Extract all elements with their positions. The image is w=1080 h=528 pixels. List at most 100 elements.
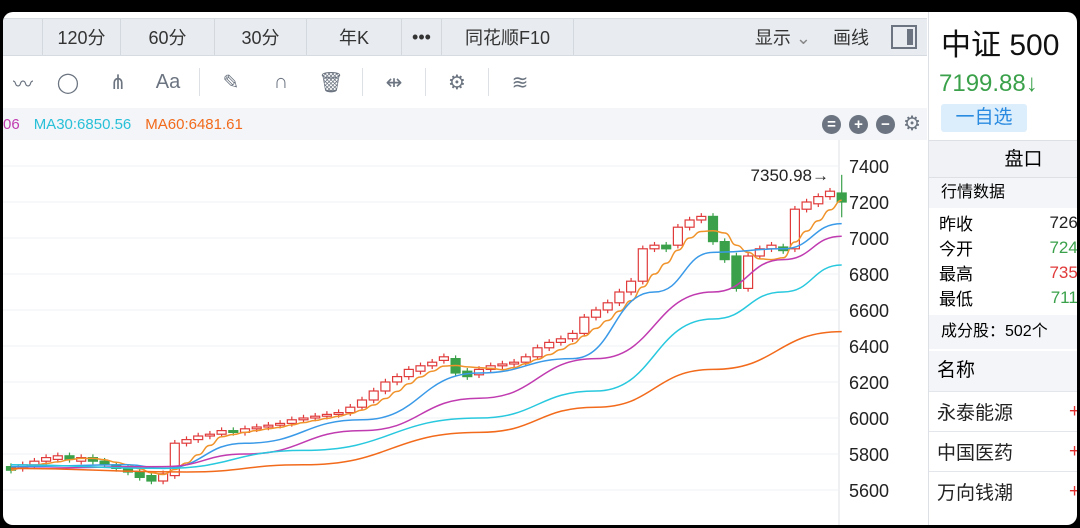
draw-line-button[interactable]: 画线 (833, 24, 869, 50)
candle-down (719, 240, 730, 261)
trash-icon[interactable]: 🗑 (306, 70, 356, 95)
candle-up (824, 190, 836, 198)
text-tool-icon[interactable]: Aa (143, 71, 193, 94)
candle-up (415, 365, 426, 372)
stock-row[interactable]: 万向钱潮 (929, 471, 1077, 511)
candle-up (544, 341, 555, 349)
ma20-line (10, 235, 842, 470)
candle-up (333, 412, 344, 416)
candle-up (579, 316, 590, 334)
magnet-icon[interactable]: ∩ (256, 71, 306, 94)
y-tick-label: 6200 (849, 373, 889, 393)
candle-up (345, 406, 356, 414)
candle-up (286, 419, 297, 424)
stock-name: 万向钱潮 (937, 483, 1014, 504)
quote-value: 7350. (1049, 262, 1077, 282)
y-tick-label: 6800 (849, 265, 889, 285)
tab-hidden[interactable] (3, 19, 43, 55)
stock-row[interactable]: 中国医药 (929, 431, 1077, 471)
candle-up (801, 201, 812, 210)
candle-up (696, 215, 707, 221)
candle-up (473, 368, 485, 376)
gear-icon[interactable]: ⚙ (432, 70, 482, 95)
fork-tool-icon[interactable]: ⋔ (93, 70, 143, 95)
candle-up (380, 381, 391, 392)
chevron-down-icon: ⌄ (795, 28, 811, 48)
name-column-header[interactable]: 名称 (929, 351, 1077, 391)
candle-up (649, 244, 660, 250)
y-tick-label: 5600 (849, 481, 889, 501)
quote-panel: 中证 500 7199.88↓ 一自选 盘口 行情数据 昨收 7260. 今开 724… (928, 12, 1077, 525)
candle-down (146, 475, 157, 482)
quote-label: 最低 (939, 290, 973, 309)
zoom-in-icon[interactable]: + (849, 114, 869, 134)
collapse-icon[interactable]: = (822, 114, 842, 134)
y-tick-label: 6400 (849, 337, 889, 357)
index-title: 中证 500 (941, 29, 1060, 62)
candle-up (625, 280, 637, 293)
zoom-out-icon[interactable]: − (876, 114, 896, 134)
tab-60min[interactable]: 60分 (121, 19, 215, 55)
candle-up (614, 291, 625, 304)
tab-year-k[interactable]: 年K (307, 19, 402, 55)
handicap-tab[interactable]: 盘口 (929, 140, 1077, 178)
quote-value: 7248. (1049, 237, 1077, 257)
quote-label: 今开 (939, 240, 973, 259)
app-window: 120分 60分 30分 年K ••• 同花顺F10 显示 ⌄ 画线 〰 ◯ ⋔… (3, 12, 1077, 525)
quote-label: 最高 (939, 265, 973, 284)
y-tick-label: 6600 (849, 301, 889, 321)
ma60-line (10, 330, 842, 473)
layers-icon[interactable]: ≋ (495, 70, 545, 95)
quote-row: 今开 7248. (929, 235, 1077, 260)
candle-up (567, 332, 578, 340)
divider (362, 68, 363, 96)
divider (425, 68, 426, 96)
candle-up (310, 415, 321, 419)
ma-legend: 06 MA30:6850.56 MA60:6481.61 = + − ⚙ (3, 108, 927, 140)
candle-up (509, 361, 520, 365)
candle-up (298, 417, 309, 421)
candle-up (590, 309, 602, 318)
stock-name: 中国医药 (937, 443, 1014, 464)
quote-value: 7260. (1049, 212, 1077, 232)
kline-chart[interactable]: 7400 7200 7000 6800 6600 6400 6200 6000 5800 5600… (3, 140, 927, 525)
settings-icon[interactable]: ⚙ (903, 114, 921, 134)
stock-row[interactable]: 永泰能源 (929, 391, 1077, 431)
tab-more[interactable]: ••• (402, 19, 442, 55)
candle-down (134, 471, 145, 479)
candle-down (707, 215, 719, 243)
divider (488, 68, 489, 96)
candle-down (661, 244, 672, 250)
tab-f10[interactable]: 同花顺F10 (442, 19, 574, 55)
quote-section-header: 行情数据 (929, 178, 1077, 208)
ma30-label: MA30:6850.56 (33, 115, 132, 133)
spread-icon[interactable]: ⇹ (369, 70, 419, 95)
candle-up (497, 363, 508, 367)
add-watchlist-button[interactable]: 一自选 (941, 104, 1027, 132)
y-tick-label: 7000 (849, 229, 889, 249)
pencil-icon[interactable]: ✎ (206, 70, 256, 95)
ma20-label: 06 (3, 115, 20, 133)
candle-up (321, 413, 332, 417)
candle-up (602, 302, 613, 311)
candle-up (789, 208, 801, 250)
candle-up (555, 338, 567, 344)
tab-30min[interactable]: 30分 (215, 19, 307, 55)
candle-up (356, 399, 368, 408)
circle-tool-icon[interactable]: ◯ (43, 70, 93, 95)
candle-up (637, 248, 648, 282)
wave-line-icon[interactable]: 〰 (3, 68, 43, 97)
candle-up (520, 356, 531, 363)
toggle-panel-icon[interactable] (891, 25, 917, 49)
divider (199, 68, 200, 96)
index-price: 7199.88↓ (939, 70, 1038, 97)
tab-120min[interactable]: 120分 (43, 19, 121, 55)
y-tick-label: 7200 (849, 193, 889, 213)
candle-up (403, 368, 414, 378)
candle-up (204, 433, 215, 437)
quote-row: 昨收 7260. (929, 210, 1077, 235)
constituents-count: 成分股：502个 (929, 315, 1077, 349)
y-tick-label: 7400 (849, 157, 889, 177)
quote-row: 最低 7115. (929, 285, 1077, 310)
display-menu[interactable]: 显示 ⌄ (755, 24, 811, 50)
